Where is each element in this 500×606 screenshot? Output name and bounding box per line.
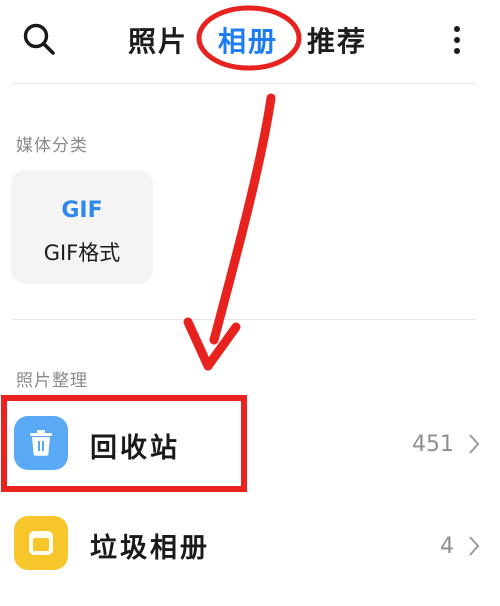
tab-recommend[interactable]: 推荐 [307, 20, 367, 60]
top-bar: 照片 相册 推荐 [0, 0, 500, 82]
gif-badge: GIF [61, 198, 103, 223]
section-divider [12, 319, 476, 320]
search-icon[interactable] [22, 22, 56, 56]
gif-card-label: GIF格式 [43, 241, 121, 265]
tab-albums[interactable]: 相册 [218, 20, 278, 60]
chevron-right-icon [469, 536, 480, 556]
trash-icon [14, 416, 68, 470]
recycle-bin-label: 回收站 [90, 433, 180, 464]
junk-album-count: 4 [440, 534, 454, 559]
header-divider [12, 83, 476, 84]
list-item-junk-album[interactable]: 垃圾相册 4 [0, 498, 500, 606]
section-title-media: 媒体分类 [16, 136, 88, 156]
list-item-recycle-bin[interactable]: 回收站 451 [0, 390, 500, 498]
gif-category-card[interactable]: GIF GIF格式 [11, 170, 153, 284]
recycle-bin-count: 451 [412, 432, 454, 457]
tab-photos[interactable]: 照片 [128, 20, 188, 60]
junk-album-icon [14, 516, 68, 570]
section-title-organize: 照片整理 [16, 371, 88, 391]
chevron-right-icon [469, 434, 480, 454]
more-options-icon[interactable] [448, 22, 466, 58]
junk-album-label: 垃圾相册 [90, 533, 210, 564]
